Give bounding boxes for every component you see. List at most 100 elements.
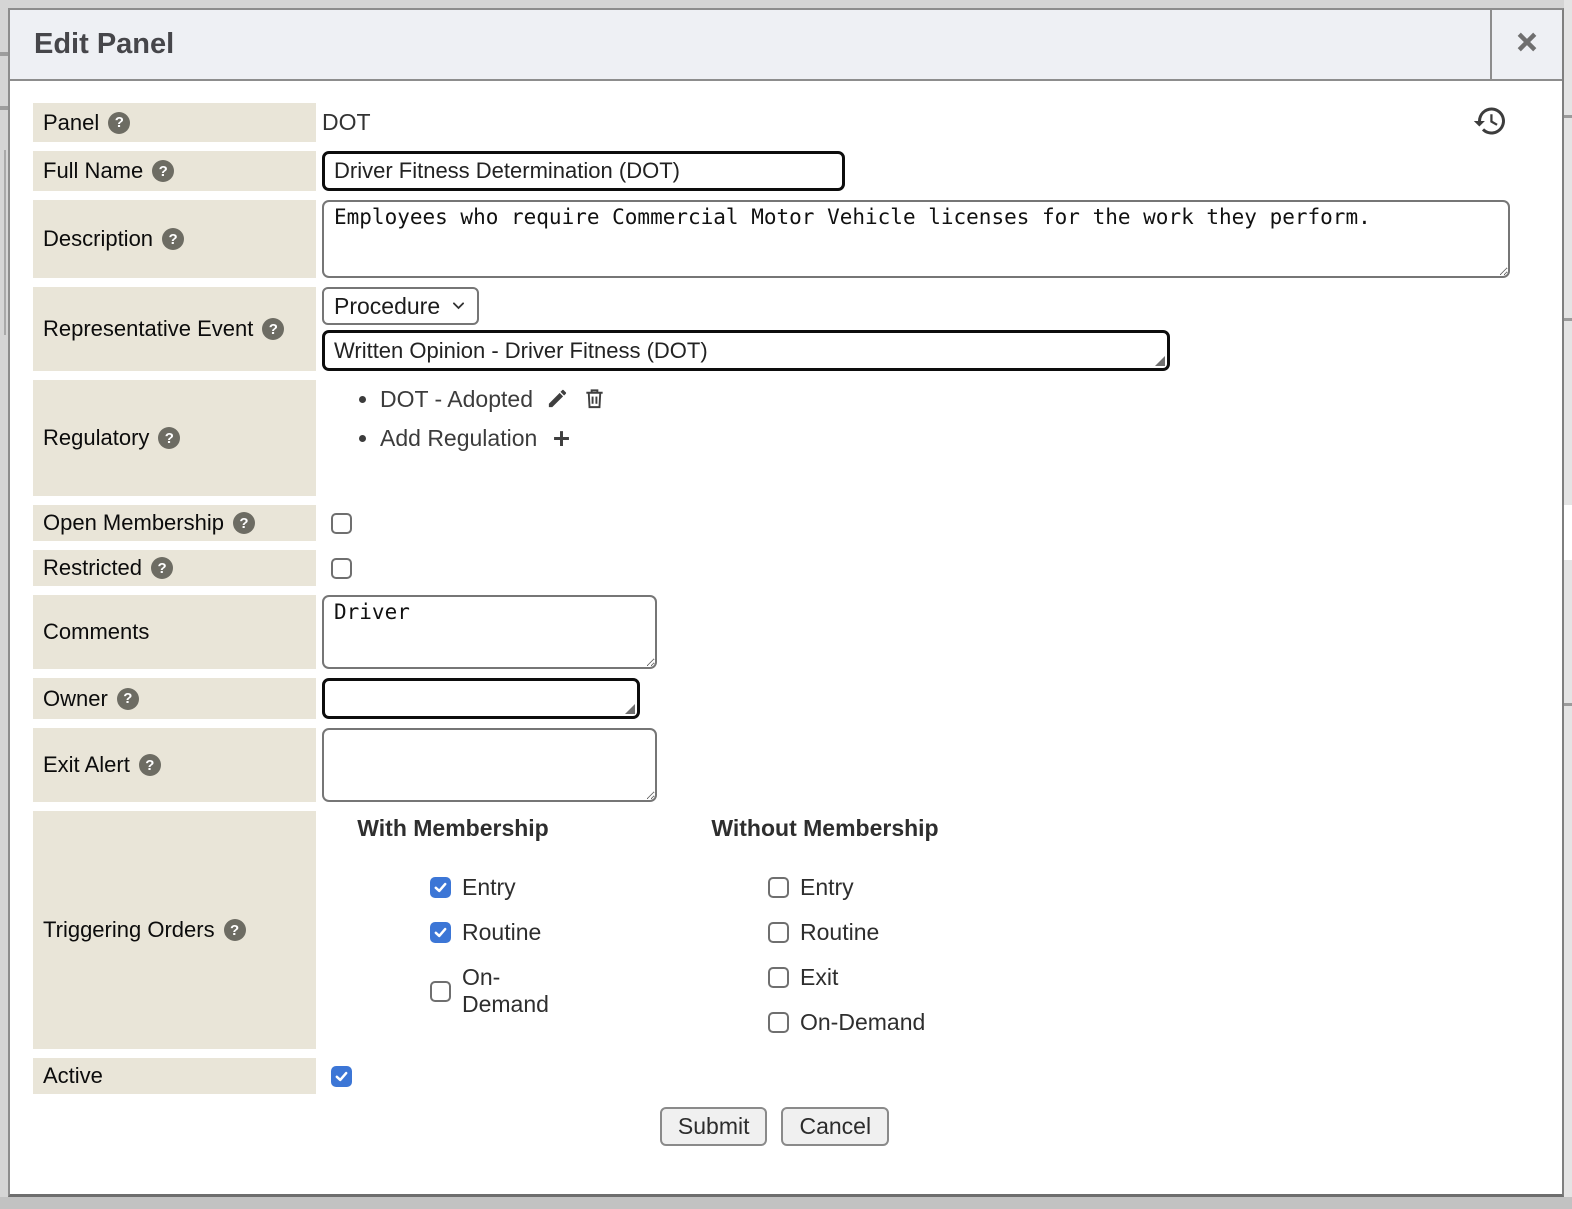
option-label: On-Demand (462, 964, 584, 1018)
edit-panel-dialog: Edit Panel Panel ? DOT (8, 8, 1564, 1197)
cancel-button[interactable]: Cancel (781, 1107, 889, 1146)
label-text: Full Name (43, 158, 143, 184)
field-label-representative-event: Representative Event ? (33, 287, 316, 371)
label-text: Regulatory (43, 425, 149, 451)
exit-alert-textarea[interactable] (322, 728, 657, 802)
option-label: On-Demand (800, 1009, 925, 1036)
regulatory-item: DOT - Adopted (380, 386, 1510, 416)
page-background-left (0, 0, 8, 1209)
active-checkbox[interactable] (331, 1066, 352, 1087)
without-membership-option-on-demand: On-Demand (768, 1009, 970, 1036)
with-membership-option-entry: Entry (430, 874, 584, 901)
page-background-right (1564, 0, 1572, 1209)
comments-cell: Driver (322, 595, 1510, 669)
field-label-comments: Comments (33, 595, 316, 669)
field-label-active: Active (33, 1058, 316, 1094)
option-label: Entry (800, 874, 854, 901)
selected-option-label: Procedure (334, 293, 440, 320)
exit-alert-cell (322, 728, 1510, 802)
label-text: Active (43, 1063, 103, 1089)
help-icon[interactable]: ? (224, 919, 246, 941)
field-label-owner: Owner ? (33, 678, 316, 719)
without-membership-option-entry: Entry (768, 874, 970, 901)
panel-value: DOT (322, 109, 371, 136)
dialog-title: Edit Panel (10, 10, 1490, 79)
open-membership-cell (322, 505, 1510, 541)
label-text: Description (43, 226, 153, 252)
label-text: Representative Event (43, 316, 253, 342)
option-label: Entry (462, 874, 516, 901)
without-on-demand-checkbox[interactable] (768, 1012, 789, 1033)
with-entry-checkbox[interactable] (430, 877, 451, 898)
field-label-exit-alert: Exit Alert ? (33, 728, 316, 802)
page-background-top (0, 0, 1572, 8)
restricted-cell (322, 550, 1510, 586)
comments-textarea[interactable]: Driver (322, 595, 657, 669)
representative-event-input[interactable] (322, 330, 1170, 371)
plus-icon[interactable] (551, 428, 572, 454)
field-label-description: Description ? (33, 200, 316, 278)
help-icon[interactable]: ? (262, 318, 284, 340)
history-button[interactable] (1472, 103, 1508, 142)
representative-event-cell: Procedure (322, 287, 1510, 371)
field-label-panel: Panel ? (33, 103, 316, 142)
label-text: Restricted (43, 555, 142, 581)
with-membership-option-routine: Routine (430, 919, 584, 946)
label-text: Owner (43, 686, 108, 712)
help-icon[interactable]: ? (108, 112, 130, 134)
label-text: Comments (43, 619, 149, 645)
page-background-bottom (0, 1197, 1572, 1209)
help-icon[interactable]: ? (152, 160, 174, 182)
dialog-body: Panel ? DOT (10, 81, 1562, 1192)
without-membership-heading: Without Membership (680, 815, 970, 842)
with-membership-option-on-demand: On-Demand (430, 964, 584, 1018)
without-entry-checkbox[interactable] (768, 877, 789, 898)
without-routine-checkbox[interactable] (768, 922, 789, 943)
trash-icon[interactable] (583, 389, 606, 415)
add-regulation-label[interactable]: Add Regulation (380, 425, 537, 451)
help-icon[interactable]: ? (162, 228, 184, 250)
help-icon[interactable]: ? (139, 754, 161, 776)
active-cell (322, 1058, 1510, 1094)
help-icon[interactable]: ? (117, 688, 139, 710)
close-button[interactable] (1490, 10, 1562, 79)
close-icon (1512, 27, 1542, 62)
without-membership-option-exit: Exit (768, 964, 970, 991)
with-membership-heading: With Membership (322, 815, 584, 842)
label-text: Open Membership (43, 510, 224, 536)
form-actions: Submit Cancel (33, 1107, 1516, 1192)
representative-event-type-select[interactable]: Procedure (322, 287, 479, 325)
history-restore-icon (1472, 127, 1508, 142)
with-on-demand-checkbox[interactable] (430, 981, 451, 1002)
full-name-input[interactable] (322, 151, 845, 191)
field-label-triggering-orders: Triggering Orders ? (33, 811, 316, 1049)
pencil-icon[interactable] (546, 389, 575, 415)
without-membership-option-routine: Routine (768, 919, 970, 946)
with-routine-checkbox[interactable] (430, 922, 451, 943)
field-label-full-name: Full Name ? (33, 151, 316, 191)
chevron-down-icon (450, 293, 467, 320)
description-cell: Employees who require Commercial Motor V… (322, 200, 1510, 278)
without-exit-checkbox[interactable] (768, 967, 789, 988)
help-icon[interactable]: ? (151, 557, 173, 579)
owner-input[interactable] (322, 678, 640, 719)
regulatory-add-item: Add Regulation (380, 425, 1510, 455)
field-label-regulatory: Regulatory ? (33, 380, 316, 496)
owner-cell (322, 678, 1510, 719)
description-textarea[interactable]: Employees who require Commercial Motor V… (322, 200, 1510, 278)
triggering-orders-cell: With Membership Entry (322, 811, 1510, 1049)
with-membership-column: With Membership Entry (322, 815, 584, 1036)
full-name-cell (322, 151, 1510, 191)
regulatory-list: DOT - Adopted Add Regulation (322, 386, 1510, 464)
regulatory-item-text: DOT - Adopted (380, 386, 533, 412)
help-icon[interactable]: ? (158, 427, 180, 449)
without-membership-column: Without Membership Entry (680, 815, 970, 1036)
edit-panel-form: Panel ? DOT (33, 103, 1516, 1094)
open-membership-checkbox[interactable] (331, 513, 352, 534)
field-label-restricted: Restricted ? (33, 550, 316, 586)
restricted-checkbox[interactable] (331, 558, 352, 579)
label-text: Triggering Orders (43, 917, 215, 943)
help-icon[interactable]: ? (233, 512, 255, 534)
label-text: Panel (43, 110, 99, 136)
submit-button[interactable]: Submit (660, 1107, 768, 1146)
